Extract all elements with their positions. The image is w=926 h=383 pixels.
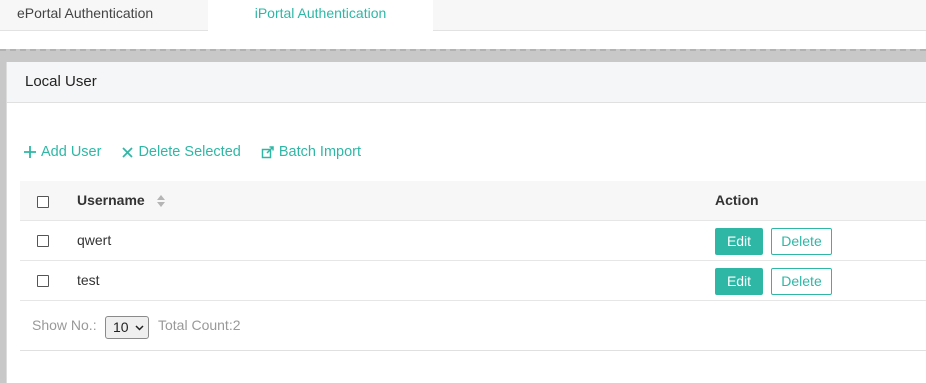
sort-icon[interactable] <box>156 195 165 208</box>
page-size-value: 10 <box>113 319 129 335</box>
username-cell: qwert <box>77 232 112 248</box>
delete-button[interactable]: Delete <box>771 228 832 255</box>
chevron-down-icon <box>135 325 144 331</box>
tab-label: iPortal Authentication <box>254 5 387 21</box>
edit-button[interactable]: Edit <box>715 228 763 255</box>
plus-icon <box>24 146 36 158</box>
table-header-row: Username Action <box>20 181 926 221</box>
total-count: Total Count:2 <box>158 317 241 333</box>
user-table: Username Action qwert Edit Delete test E… <box>20 181 926 301</box>
delete-button[interactable]: Delete <box>771 268 832 295</box>
toolbar: Add User Delete Selected Batch Import <box>23 141 381 163</box>
close-icon <box>122 146 134 158</box>
add-user-label: Add User <box>41 144 102 160</box>
batch-import-button[interactable]: Batch Import <box>261 144 361 160</box>
delete-selected-button[interactable]: Delete Selected <box>121 144 241 160</box>
row-checkbox[interactable] <box>37 275 49 287</box>
action-column-header: Action <box>715 192 759 208</box>
panel-header: Local User <box>7 62 926 103</box>
tab-iportal-authentication[interactable]: iPortal Authentication <box>208 0 433 32</box>
tab-label: ePortal Authentication <box>17 5 154 21</box>
add-user-button[interactable]: Add User <box>23 144 101 160</box>
import-icon <box>261 146 274 159</box>
batch-import-label: Batch Import <box>278 144 362 160</box>
tab-eportal-authentication[interactable]: ePortal Authentication <box>0 0 207 31</box>
table-row: test Edit Delete <box>20 261 926 301</box>
pagination-bar: Show No.: 10 Total Count:2 <box>20 301 926 351</box>
table-row: qwert Edit Delete <box>20 221 926 261</box>
delete-selected-label: Delete Selected <box>138 144 241 160</box>
username-cell: test <box>77 272 100 288</box>
page-size-select[interactable]: 10 <box>105 316 149 339</box>
show-no-label: Show No.: <box>32 317 97 333</box>
panel-title: Local User <box>25 73 97 90</box>
username-column-header[interactable]: Username <box>77 192 165 208</box>
row-checkbox[interactable] <box>37 235 49 247</box>
select-all-checkbox[interactable] <box>37 196 49 208</box>
tab-bar: ePortal Authentication iPortal Authentic… <box>0 0 926 32</box>
username-header-label: Username <box>77 192 145 208</box>
edit-button[interactable]: Edit <box>715 268 763 295</box>
